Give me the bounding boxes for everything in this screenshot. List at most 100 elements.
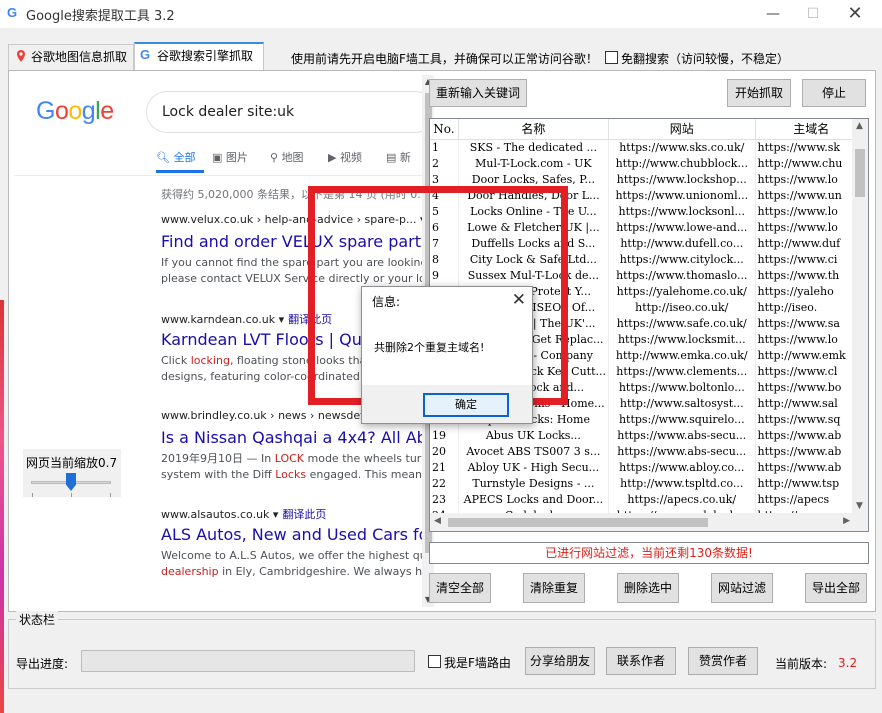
zoom-slider-thumb[interactable] [66, 473, 76, 491]
result-title[interactable]: Is a Nissan Qashqai a 4x4? All About [161, 428, 422, 448]
scroll-right-arrow-icon[interactable]: ▶ [843, 516, 850, 526]
grid-horizontal-scrollbar[interactable]: ◀ ▶ [430, 513, 868, 531]
tab-google-search[interactable]: G 谷歌搜索引擎抓取 [134, 42, 264, 70]
message-dialog: 信息: ✕ 共删除2个重复主域名! 确定 [361, 286, 533, 424]
start-button[interactable]: 开始抓取 [727, 79, 791, 107]
gtab-images[interactable]: ▣ 图片 [212, 149, 248, 165]
remove-duplicates-button[interactable]: 清除重复 [523, 573, 585, 603]
cell-site: https://www.citylock... [608, 251, 756, 268]
reenter-keyword-button[interactable]: 重新输入关键词 [429, 79, 527, 107]
cell-no: 20 [430, 443, 459, 460]
url-text: www.brindley.co.uk › news › newsdetail [161, 409, 378, 422]
table-row[interactable]: 22 Turnstyle Designs - ... http://www.tspl… [430, 475, 868, 492]
close-icon[interactable]: ✕ [512, 290, 526, 310]
search-input[interactable]: Lock dealer site:uk [146, 91, 422, 133]
share-button[interactable]: 分享给朋友 [525, 647, 595, 675]
router-checkbox[interactable] [428, 655, 441, 668]
keyword-highlight: LOCK [274, 452, 304, 465]
cell-name: APECS Locks and Door... [458, 491, 610, 508]
maximize-button[interactable]: ☐ [803, 4, 823, 24]
result-snippet: 2019年9月10日 — In LOCK mode the wheels tur… [161, 451, 422, 467]
cell-domain: https://www.lo [755, 219, 868, 236]
table-row[interactable]: 21 Abloy UK - High Secu... https://www.abl… [430, 459, 868, 476]
tab-google-maps[interactable]: 谷歌地图信息抓取 [8, 44, 134, 70]
grid-vertical-scrollbar[interactable]: ▲ ▼ [852, 119, 868, 513]
cell-domain: https://www.bo [755, 379, 868, 396]
result-title[interactable]: ALS Autos, New and Used Cars for s [161, 525, 422, 545]
gtab-all[interactable]: 🔍︎ 全部 [156, 149, 195, 165]
dialog-message: 共删除2个重复主域名! [374, 341, 485, 354]
translate-link[interactable]: 翻译此页 [282, 508, 326, 521]
cell-site: https://www.lowe-and... [608, 219, 756, 236]
column-header-no[interactable]: No. [430, 119, 459, 140]
export-all-button[interactable]: 导出全部 [805, 573, 867, 603]
search-icon: 🔍︎ [156, 151, 170, 164]
scroll-left-arrow-icon[interactable]: ◀ [434, 516, 441, 526]
filter-site-button[interactable]: 网站过滤 [711, 573, 773, 603]
keyword-highlight: dealership [161, 565, 219, 578]
donate-button[interactable]: 赞赏作者 [688, 647, 758, 675]
table-row[interactable]: 2 Mul-T-Lock.com - UK http://www.chubblock… [430, 155, 868, 172]
tab-strip: 谷歌地图信息抓取 G 谷歌搜索引擎抓取 使用前请先开启电脑F墙工具，并确保可以正… [8, 42, 876, 70]
cell-domain: https://www.sk [755, 139, 868, 156]
snippet-text: 2019年9月10日 — In [161, 452, 275, 465]
cell-site: https://www.lockshop... [608, 171, 756, 188]
active-tab-underline [156, 170, 204, 173]
cell-site: https://www.safe.co.uk/ [608, 315, 756, 332]
free-vpn-label: 免翻搜索（访问较慢，不稳定） [621, 52, 790, 66]
scrollbar-thumb[interactable] [855, 149, 865, 197]
contact-author-button[interactable]: 联系作者 [606, 647, 676, 675]
cell-domain: https://www.cl [755, 363, 868, 380]
tab-label: 谷歌搜索引擎抓取 [157, 49, 254, 63]
cell-domain: https://www.ab [755, 459, 868, 476]
dialog-footer: 确定 [362, 385, 532, 423]
table-row[interactable]: 19 Abus UK Locks... https://www.abs-secu..… [430, 427, 868, 444]
cell-no: 2 [430, 155, 459, 172]
result-url[interactable]: www.alsautos.co.uk ▾ 翻译此页 [161, 506, 422, 522]
clear-all-button[interactable]: 清空全部 [429, 573, 491, 603]
dialog-title-bar[interactable]: 信息: ✕ [362, 287, 532, 315]
table-row[interactable]: 20 Avocet ABS TS007 3 s... https://www.abs… [430, 443, 868, 460]
filter-status-text: 已进行网站过滤，当前还剩130条数据! [429, 542, 869, 564]
keyword-highlight: Locks [275, 468, 307, 481]
scroll-up-arrow-icon[interactable]: ▲ [856, 121, 863, 131]
divider [14, 175, 422, 176]
close-button[interactable]: ✕ [845, 4, 865, 24]
table-row[interactable]: 1 SKS - The dedicated ... https://www.sks.… [430, 139, 868, 156]
stop-button[interactable]: 停止 [802, 79, 866, 107]
cell-domain: https://www.un [755, 187, 868, 204]
map-pin-icon [17, 50, 25, 62]
result-snippet: system with the Diff Locks engaged. This… [161, 467, 422, 483]
gtab-news[interactable]: ▤ 新 [386, 149, 411, 165]
delete-selected-button[interactable]: 删除选中 [617, 573, 679, 603]
gtab-label: 图片 [225, 151, 248, 164]
gtab-videos[interactable]: ▶ 视频 [328, 149, 362, 165]
cell-domain: https://www.ci [755, 251, 868, 268]
cell-site: https://www.sks.co.uk/ [608, 139, 756, 156]
cell-site: https://www.abs-secu... [608, 443, 756, 460]
cell-domain: https://apecs [755, 491, 868, 508]
scrollbar-thumb[interactable] [448, 518, 708, 527]
column-header-domain[interactable]: 主域名 [755, 119, 868, 140]
table-row[interactable]: 23 APECS Locks and Door... https://apecs.c… [430, 491, 868, 508]
ok-button[interactable]: 确定 [423, 393, 509, 417]
cell-domain: https://www.lo [755, 171, 868, 188]
tab-label: 谷歌地图信息抓取 [31, 50, 128, 64]
cell-name: Abus UK Locks... [458, 427, 610, 444]
minimize-button[interactable]: — [763, 4, 783, 24]
google-logo: Google [36, 97, 114, 125]
column-header-name[interactable]: 名称 [458, 119, 610, 140]
scroll-down-arrow-icon[interactable]: ▼ [856, 501, 863, 511]
zoom-tick [110, 493, 111, 497]
free-vpn-checkbox[interactable] [605, 51, 618, 64]
gtab-maps[interactable]: ⚲ 地图 [270, 149, 304, 165]
column-header-site[interactable]: 网站 [608, 119, 756, 140]
cell-site: https://www.squirelo... [608, 411, 756, 428]
router-label: 我是F墙路由 [444, 656, 511, 670]
map-pin-icon: ⚲ [270, 151, 279, 164]
result-snippet: Welcome to A.L.S Autos, we offer the hig… [161, 548, 422, 564]
snippet-text: mode the wheels turn [304, 452, 422, 465]
cell-site: http://iseo.co.uk/ [608, 299, 756, 316]
cell-domain: http://iseo. [755, 299, 868, 316]
cell-site: http://www.tspltd.co... [608, 475, 756, 492]
